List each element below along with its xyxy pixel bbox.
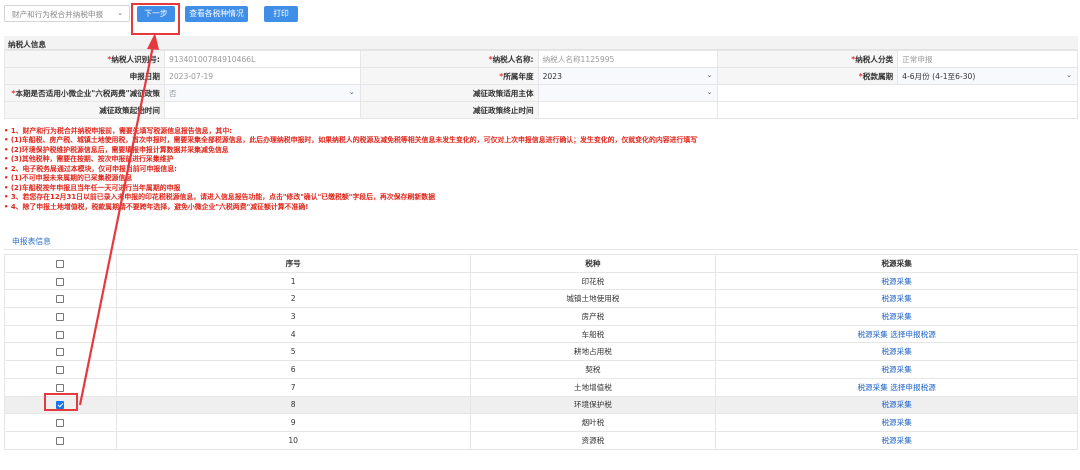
- arrow-annotation-icon: [78, 33, 159, 406]
